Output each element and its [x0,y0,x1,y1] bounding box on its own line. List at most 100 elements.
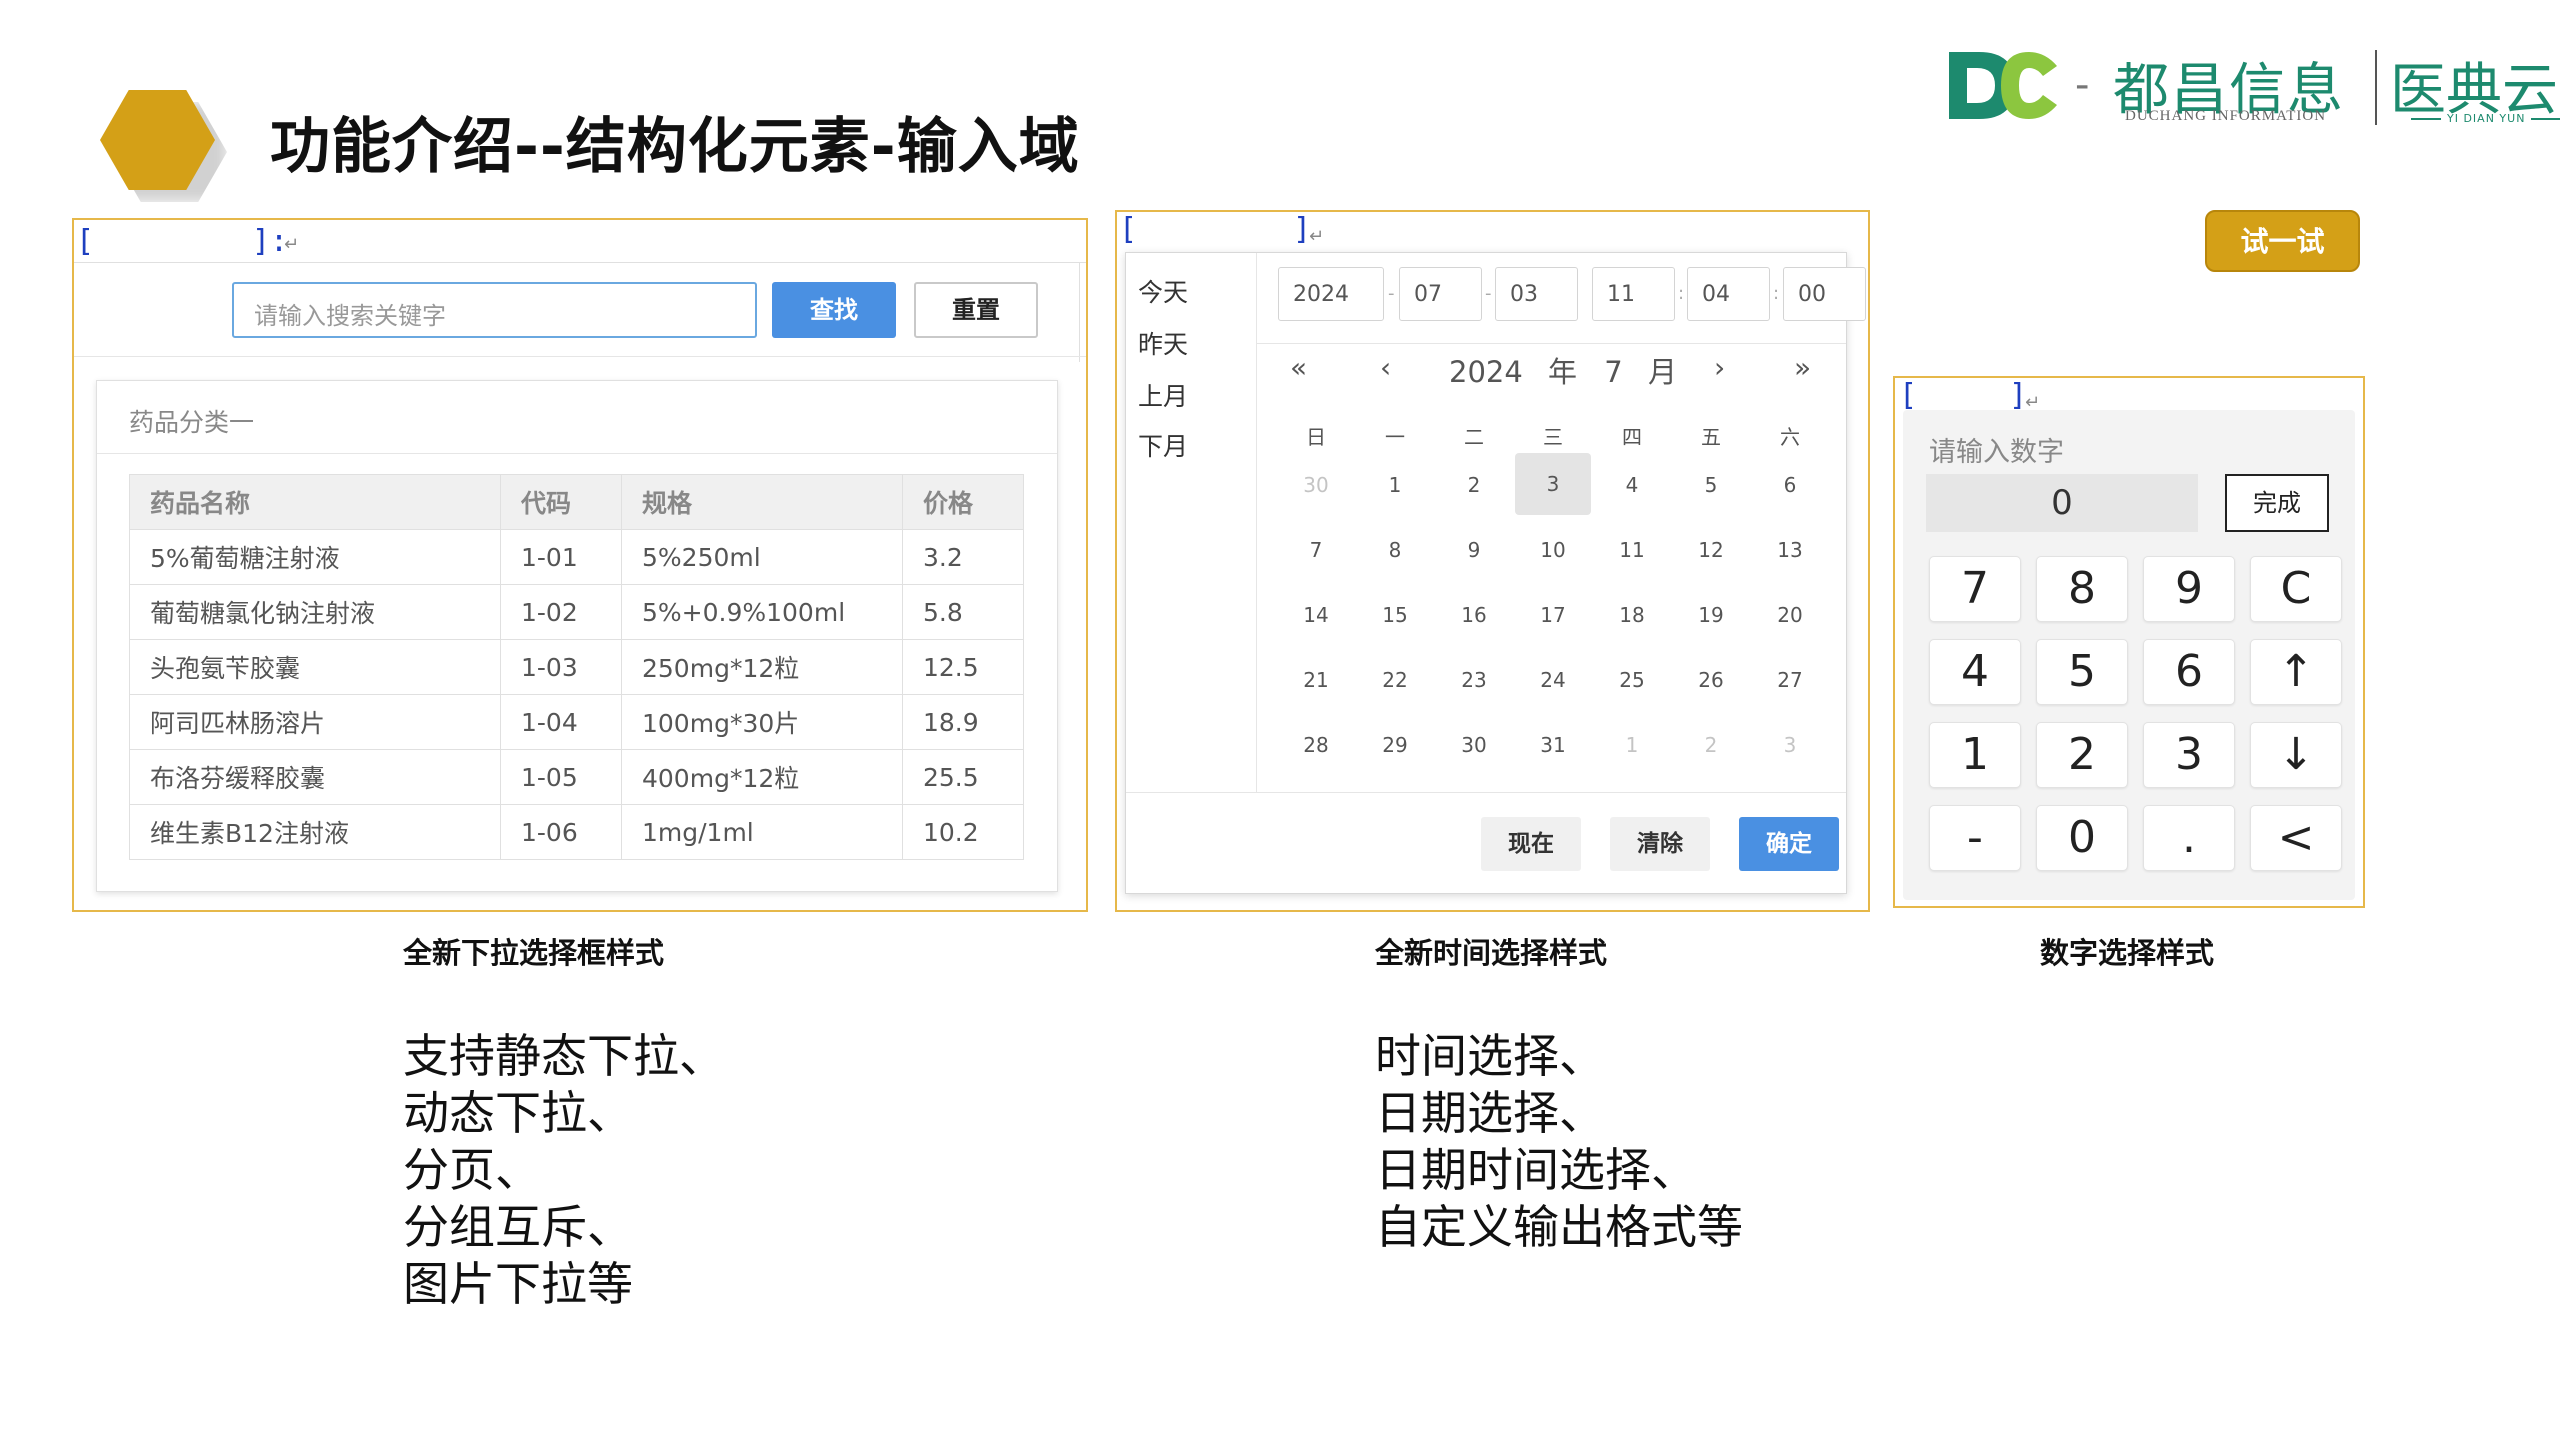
calendar-day[interactable]: 7 [1278,538,1354,562]
calendar-day[interactable]: 30 [1436,733,1512,757]
calendar-day[interactable]: 5 [1673,473,1749,497]
shortcut-last-month[interactable]: 上月 [1138,377,1188,413]
year-input[interactable]: 2024 [1278,267,1384,321]
table-row[interactable]: 头孢氨苄胶囊 1-03 250mg*12粒 12.5 [129,639,1024,695]
drug-spec: 5%+0.9%100ml [621,584,903,640]
table-row[interactable]: 维生素B12注射液 1-06 1mg/1ml 10.2 [129,804,1024,860]
calendar-day-selected[interactable]: 3 [1515,453,1591,515]
numpad-key[interactable]: 8 [2036,556,2128,622]
table-row[interactable]: 5%葡萄糖注射液 1-01 5%250ml 3.2 [129,529,1024,585]
calendar-day[interactable]: 6 [1752,473,1828,497]
reset-button[interactable]: 重置 [914,282,1038,338]
calendar-day[interactable]: 9 [1436,538,1512,562]
numpad-key[interactable]: 7 [1929,556,2021,622]
numpad-key[interactable]: 4 [1929,639,2021,705]
prev-month-icon[interactable]: ‹ [1380,351,1391,384]
shortcut-next-month[interactable]: 下月 [1138,427,1188,463]
numpad-key[interactable]: 6 [2143,639,2235,705]
search-input[interactable]: 请输入搜索关键字 [232,282,757,338]
calendar-day[interactable]: 1 [1594,733,1670,757]
now-button[interactable]: 现在 [1481,817,1581,871]
calendar-day[interactable]: 22 [1357,668,1433,692]
calendar-day[interactable]: 3 [1752,733,1828,757]
numpad-key[interactable]: 2 [2036,722,2128,788]
datepicker-popup: 今天 昨天 上月 下月 2024 - 07 - 03 11 : 04 : 00 … [1125,252,1866,894]
table-row[interactable]: 阿司匹林肠溶片 1-04 100mg*30片 18.9 [129,694,1024,750]
numpad-key[interactable]: ↓ [2250,722,2342,788]
calendar-day[interactable]: 23 [1436,668,1512,692]
drug-price: 3.2 [902,529,1024,585]
calendar-day[interactable]: 11 [1594,538,1670,562]
numpad-key[interactable]: 0 [2036,805,2128,871]
calendar-day[interactable]: 31 [1515,733,1591,757]
calendar-day[interactable]: 20 [1752,603,1828,627]
datepicker-caption: 全新时间选择样式 [1375,936,1608,970]
clear-button[interactable]: 清除 [1610,817,1710,871]
confirm-button[interactable]: 确定 [1739,817,1839,871]
field-open-bracket: [ [1899,378,1918,413]
month-input[interactable]: 07 [1399,267,1482,321]
calendar-day[interactable]: 19 [1673,603,1749,627]
calendar-day[interactable]: 10 [1515,538,1591,562]
numpad-key[interactable]: - [1929,805,2021,871]
drug-spec: 5%250ml [621,529,903,585]
time-separator: - [1388,283,1395,304]
calendar-day[interactable]: 28 [1278,733,1354,757]
find-button[interactable]: 查找 [772,282,896,338]
shortcut-yesterday[interactable]: 昨天 [1138,325,1188,361]
numpad-key[interactable]: ↑ [2250,639,2342,705]
calendar-day[interactable]: 14 [1278,603,1354,627]
calendar-day[interactable]: 13 [1752,538,1828,562]
prev-year-icon[interactable]: « [1290,351,1307,384]
calendar-year[interactable]: 2024 [1449,355,1523,389]
calendar-day[interactable]: 16 [1436,603,1512,627]
calendar-day[interactable]: 30 [1278,473,1354,497]
divider [1079,262,1080,362]
next-month-icon[interactable]: › [1714,351,1725,384]
calendar-day[interactable]: 8 [1357,538,1433,562]
day-input[interactable]: 03 [1495,267,1578,321]
numpad-key[interactable]: . [2143,805,2235,871]
minute-input[interactable]: 04 [1687,267,1770,321]
calendar-day[interactable]: 25 [1594,668,1670,692]
calendar-day[interactable]: 21 [1278,668,1354,692]
divider [74,356,1086,357]
numpad-display[interactable]: 0 [1926,474,2198,532]
calendar-day[interactable]: 1 [1357,473,1433,497]
numpad-key[interactable]: 9 [2143,556,2235,622]
drug-spec: 100mg*30片 [621,694,903,750]
description-line: 日期时间选择、 [1375,1143,1697,1197]
calendar-header: 2024 年 7 月 [1449,349,1677,391]
calendar-month[interactable]: 7 [1604,355,1622,389]
drug-name: 5%葡萄糖注射液 [129,529,501,585]
second-input[interactable]: 00 [1783,267,1866,321]
numpad-key[interactable]: C [2250,556,2342,622]
calendar-day[interactable]: 24 [1515,668,1591,692]
numpad-key[interactable]: 1 [1929,722,2021,788]
done-button[interactable]: 完成 [2225,474,2329,532]
next-year-icon[interactable]: » [1794,351,1811,384]
numpad-key[interactable]: 3 [2143,722,2235,788]
calendar-day[interactable]: 15 [1357,603,1433,627]
calendar-day[interactable]: 12 [1673,538,1749,562]
calendar-day[interactable]: 17 [1515,603,1591,627]
datepicker-shortcuts: 今天 昨天 上月 下月 [1126,253,1257,793]
description-line: 时间选择、 [1375,1029,1605,1083]
calendar-day[interactable]: 2 [1673,733,1749,757]
calendar-day[interactable]: 26 [1673,668,1749,692]
hour-input[interactable]: 11 [1592,267,1675,321]
table-row[interactable]: 布洛芬缓释胶囊 1-05 400mg*12粒 25.5 [129,749,1024,805]
calendar-day[interactable]: 2 [1436,473,1512,497]
calendar-day[interactable]: 27 [1752,668,1828,692]
shortcut-today[interactable]: 今天 [1138,273,1188,309]
numpad-key[interactable]: 5 [2036,639,2128,705]
numpad-key[interactable]: < [2250,805,2342,871]
drug-name: 布洛芬缓释胶囊 [129,749,501,805]
calendar-day[interactable]: 29 [1357,733,1433,757]
try-button[interactable]: 试一试 [2205,210,2360,272]
calendar-day[interactable]: 18 [1594,603,1670,627]
calendar-day[interactable]: 4 [1594,473,1670,497]
drug-code: 1-03 [500,639,622,695]
drug-name: 葡萄糖氯化钠注射液 [129,584,501,640]
table-row[interactable]: 葡萄糖氯化钠注射液 1-02 5%+0.9%100ml 5.8 [129,584,1024,640]
